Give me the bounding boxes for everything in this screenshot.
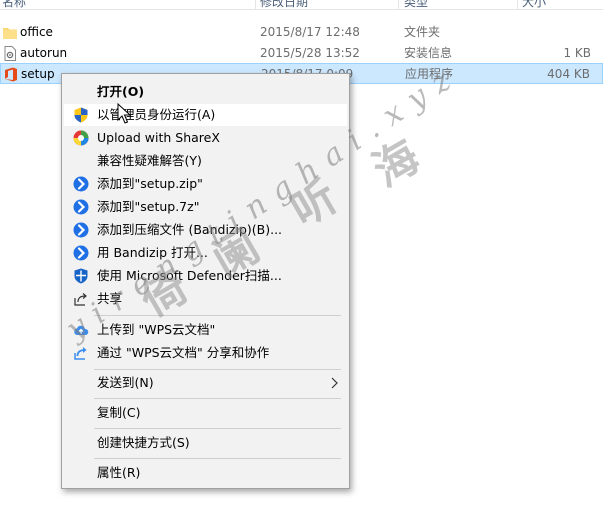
menu-item-copy[interactable]: 复制(C): [64, 402, 347, 424]
file-name: autorun: [20, 46, 68, 60]
menu-item-properties[interactable]: 属性(R): [64, 462, 347, 484]
menu-item-upload-wps[interactable]: 上传到 "WPS云文档": [64, 319, 347, 341]
menu-item-label: 发送到(N): [97, 375, 154, 390]
context-menu: 打开(O) 以管理员身份运行(A) Upload with ShareX 兼容性…: [61, 73, 350, 489]
menu-item-label: 使用 Microsoft Defender扫描...: [97, 268, 282, 283]
watermark-char: 海: [364, 130, 429, 197]
bandizip-icon: [73, 176, 89, 192]
uac-shield-icon: [74, 107, 88, 123]
office-app-icon: [5, 67, 17, 82]
bandizip-icon: [73, 199, 89, 215]
file-name: setup: [21, 67, 55, 81]
file-size: 1 KB: [563, 46, 591, 60]
menu-item-label: 共享: [97, 291, 123, 306]
menu-item-compat-troubleshoot[interactable]: 兼容性疑难解答(Y): [64, 150, 347, 172]
column-divider[interactable]: [517, 0, 518, 9]
menu-item-open[interactable]: 打开(O): [64, 81, 347, 103]
chevron-right-icon: [331, 377, 338, 389]
menu-item-send-to[interactable]: 发送到(N): [64, 372, 347, 394]
sharex-icon: [73, 130, 89, 146]
setup-info-file-icon: [4, 46, 16, 61]
column-size[interactable]: 大小: [520, 0, 546, 9]
menu-item-label: 以管理员身份运行(A): [97, 107, 216, 122]
menu-item-label: 用 Bandizip 打开...: [97, 245, 208, 260]
mouse-cursor-icon: [117, 103, 131, 124]
menu-item-add-zip[interactable]: 添加到"setup.zip": [64, 173, 347, 195]
file-type: 安装信息: [404, 46, 453, 60]
menu-item-defender-scan[interactable]: 使用 Microsoft Defender扫描...: [64, 265, 347, 287]
column-divider[interactable]: [255, 0, 256, 9]
menu-separator: [94, 458, 341, 459]
folder-icon: [3, 28, 17, 39]
menu-separator: [94, 398, 341, 399]
menu-item-label: 属性(R): [97, 465, 141, 480]
file-row-office[interactable]: office 2015/8/17 12:48 文件夹: [0, 22, 603, 43]
menu-item-open-bandizip[interactable]: 用 Bandizip 打开...: [64, 242, 347, 264]
menu-item-label: 上传到 "WPS云文档": [97, 322, 216, 337]
menu-item-add-archive[interactable]: 添加到压缩文件 (Bandizip)(B)...: [64, 219, 347, 241]
menu-separator: [94, 428, 341, 429]
menu-separator: [94, 369, 341, 370]
file-row-autorun[interactable]: autorun 2015/5/28 13:52 安装信息 1 KB: [0, 43, 603, 64]
column-name[interactable]: 名称: [0, 0, 26, 9]
menu-item-share[interactable]: 共享: [64, 288, 347, 310]
file-date: 2015/5/28 13:52: [260, 46, 360, 60]
file-type: 文件夹: [404, 25, 441, 39]
column-type[interactable]: 类型: [402, 0, 428, 9]
defender-shield-icon: [74, 268, 88, 284]
bandizip-icon: [73, 222, 89, 238]
menu-item-label: 通过 "WPS云文档" 分享和协作: [97, 345, 270, 360]
menu-item-label: 添加到"setup.7z": [97, 199, 200, 214]
file-date: 2015/8/17 12:48: [260, 25, 360, 39]
menu-item-label: 兼容性疑难解答(Y): [97, 153, 202, 168]
file-type: 应用程序: [405, 67, 454, 81]
share-icon: [74, 293, 87, 306]
menu-item-label: 打开(O): [97, 84, 145, 99]
column-divider[interactable]: [398, 0, 399, 9]
menu-item-label: 创建快捷方式(S): [97, 435, 190, 450]
column-date[interactable]: 修改日期: [258, 0, 308, 9]
menu-item-label: 添加到"setup.zip": [97, 176, 203, 191]
menu-item-share-wps[interactable]: 通过 "WPS云文档" 分享和协作: [64, 342, 347, 364]
file-name: office: [20, 25, 53, 39]
menu-item-create-shortcut[interactable]: 创建快捷方式(S): [64, 432, 347, 454]
wps-cloud-upload-icon: [74, 325, 89, 335]
file-size: 404 KB: [547, 67, 590, 81]
column-header: 名称 修改日期 类型 大小: [0, 0, 603, 10]
menu-separator: [94, 315, 341, 316]
menu-item-run-as-admin[interactable]: 以管理员身份运行(A): [64, 104, 347, 126]
menu-item-label: 复制(C): [97, 405, 141, 420]
menu-item-label: Upload with ShareX: [97, 130, 220, 145]
menu-item-label: 添加到压缩文件 (Bandizip)(B)...: [97, 222, 283, 237]
menu-item-upload-sharex[interactable]: Upload with ShareX: [64, 127, 347, 149]
bandizip-icon: [73, 245, 89, 261]
menu-item-add-7z[interactable]: 添加到"setup.7z": [64, 196, 347, 218]
wps-share-icon: [74, 347, 87, 360]
